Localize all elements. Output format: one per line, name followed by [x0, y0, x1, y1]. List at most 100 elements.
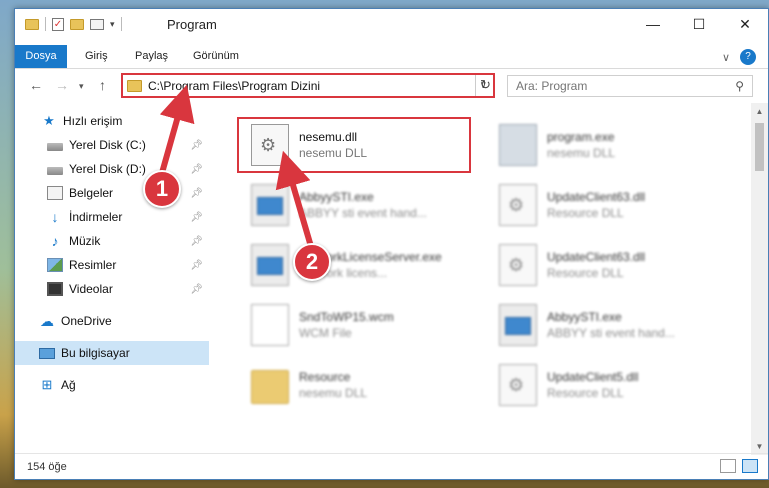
pin-icon[interactable]: 📌︎ [190, 284, 203, 295]
file-name: nesemu.dll [299, 130, 358, 144]
file-name: UpdateClient63.dll [547, 250, 646, 264]
expand-ribbon-icon[interactable]: ∨ [722, 51, 730, 64]
chevron-down-icon[interactable]: ▾ [110, 19, 115, 30]
quick-access-toolbar: ✓ ▾ [25, 17, 122, 31]
file-item[interactable]: AbbyySTI.exe ABBYY sti event hand... [237, 177, 487, 233]
file-type: Resource DLL [547, 206, 624, 220]
network-icon: ⊞ [41, 377, 53, 392]
drive-icon [47, 166, 63, 175]
sidebar-item-label: Resimler [69, 258, 117, 272]
search-icon[interactable]: ⚲ [735, 79, 744, 93]
sidebar-item-local-disk-c[interactable]: Yerel Disk (C:) 📌︎ [15, 133, 209, 157]
search-box[interactable]: ⚲ [507, 75, 753, 97]
file-type: WCM File [299, 326, 352, 340]
file-item[interactable]: UpdateClient63.dll Resource DLL [485, 237, 735, 293]
exe-icon [251, 244, 289, 286]
vertical-scrollbar[interactable]: ▲ ▼ [751, 103, 768, 455]
sidebar-item-label: İndirmeler [69, 210, 123, 224]
file-item[interactable]: program.exe nesemu DLL [485, 117, 735, 173]
address-path[interactable]: C:\Program Files\Program Dizini [148, 79, 480, 93]
maximize-button[interactable]: ☐ [676, 9, 722, 39]
sidebar-item-music[interactable]: ♪ Müzik 📌︎ [15, 229, 209, 253]
sidebar-item-pictures[interactable]: Resimler 📌︎ [15, 253, 209, 277]
sidebar-item-label: Yerel Disk (D:) [69, 162, 146, 176]
file-type: ABBYY sti event hand... [299, 206, 427, 220]
search-input[interactable] [516, 79, 736, 93]
sidebar-item-local-disk-d[interactable]: Yerel Disk (D:) 📌︎ [15, 157, 209, 181]
exe-icon [251, 184, 289, 226]
up-arrow-icon[interactable]: ↑ [99, 77, 106, 93]
sidebar-item-downloads[interactable]: ↓ İndirmeler 📌︎ [15, 205, 209, 229]
file-type: nesemu DLL [299, 386, 368, 400]
computer-icon [39, 347, 55, 359]
file-name: SndToWP15.wcm [299, 310, 394, 324]
ribbon-right: ∨ ? [722, 49, 756, 65]
file-item[interactable]: Resource nesemu DLL [237, 357, 487, 413]
tab-share[interactable]: Paylaş [135, 45, 168, 68]
tiles-view-icon[interactable] [742, 459, 758, 473]
file-name: program.exe [547, 130, 615, 144]
sidebar-item-label: Belgeler [69, 186, 114, 200]
view-buttons [720, 459, 758, 473]
help-icon[interactable]: ? [740, 49, 756, 65]
divider [120, 17, 122, 31]
status-bar: 154 öğe [15, 453, 768, 479]
file-type: Resource DLL [547, 266, 624, 280]
file-name: Resource [299, 370, 351, 384]
pin-icon[interactable]: 📌︎ [190, 236, 203, 247]
refresh-icon[interactable]: ↻ [475, 75, 495, 96]
folder-icon [25, 18, 39, 30]
drive-icon [47, 142, 63, 151]
pictures-icon [47, 258, 63, 272]
step-badge-2: 2 [293, 243, 331, 281]
sidebar-item-videos[interactable]: Videolar 📌︎ [15, 277, 209, 301]
new-folder-icon[interactable] [70, 18, 84, 30]
sidebar-item-label: Ağ [61, 378, 76, 392]
file-item[interactable]: AbbyySTI.exe ABBYY sti event hand... [485, 297, 735, 353]
file-name: AbbyySTI.exe [299, 190, 374, 204]
address-bar[interactable]: C:\Program Files\Program Dizini ∨ [121, 73, 495, 98]
tab-file[interactable]: Dosya [15, 45, 67, 68]
file-name: UpdateClient5.dll [547, 370, 639, 384]
back-arrow-icon[interactable]: ← [29, 77, 43, 93]
minimize-button[interactable]: — [630, 9, 676, 39]
properties-check-icon[interactable]: ✓ [52, 17, 64, 31]
file-item[interactable]: NetworkLicenseServer.exe Network licens.… [237, 237, 487, 293]
program-icon [499, 124, 537, 166]
scroll-up-icon[interactable]: ▲ [751, 103, 768, 120]
pin-icon[interactable]: 📌︎ [190, 188, 203, 199]
file-type: nesemu DLL [547, 146, 616, 160]
dll-icon [251, 124, 289, 166]
dll-icon [499, 184, 537, 226]
pin-icon[interactable]: 📌︎ [190, 212, 203, 223]
close-button[interactable]: ✕ [722, 9, 768, 39]
explorer-window: ✓ ▾ Program — ☐ ✕ Dosya Giriş Paylaş Gör… [14, 8, 769, 480]
forward-arrow-icon[interactable]: → [55, 77, 69, 93]
sidebar-item-network[interactable]: ⊞ Ağ [15, 373, 209, 397]
customize-icon[interactable] [90, 18, 104, 30]
pin-icon[interactable]: 📌︎ [190, 260, 203, 271]
tab-view[interactable]: Görünüm [193, 45, 239, 68]
sidebar-item-onedrive[interactable]: ☁ OneDrive [15, 309, 209, 333]
pin-icon[interactable]: 📌︎ [190, 164, 203, 175]
file-name: AbbyySTI.exe [547, 310, 622, 324]
exe-icon [499, 304, 537, 346]
sidebar-item-label: Videolar [69, 282, 113, 296]
window-controls: — ☐ ✕ [630, 9, 768, 39]
pin-icon[interactable]: 📌︎ [190, 140, 203, 151]
file-item[interactable]: UpdateClient63.dll Resource DLL [485, 177, 735, 233]
sidebar-item-quick-access[interactable]: ★ Hızlı erişim [15, 109, 209, 133]
recent-chevron-icon[interactable]: ▾ [79, 81, 84, 92]
window-title: Program [167, 17, 217, 32]
tab-home[interactable]: Giriş [85, 45, 108, 68]
file-item[interactable]: nesemu.dll nesemu DLL [237, 117, 487, 173]
file-item[interactable]: UpdateClient5.dll Resource DLL [485, 357, 735, 413]
file-icon [251, 304, 289, 346]
file-type: nesemu DLL [299, 146, 368, 160]
sidebar-item-this-pc[interactable]: Bu bilgisayar [15, 341, 209, 365]
file-item[interactable]: SndToWP15.wcm WCM File [237, 297, 487, 353]
details-view-icon[interactable] [720, 459, 736, 473]
scroll-thumb[interactable] [755, 123, 764, 171]
dll-icon [499, 244, 537, 286]
folder-icon [127, 79, 142, 92]
